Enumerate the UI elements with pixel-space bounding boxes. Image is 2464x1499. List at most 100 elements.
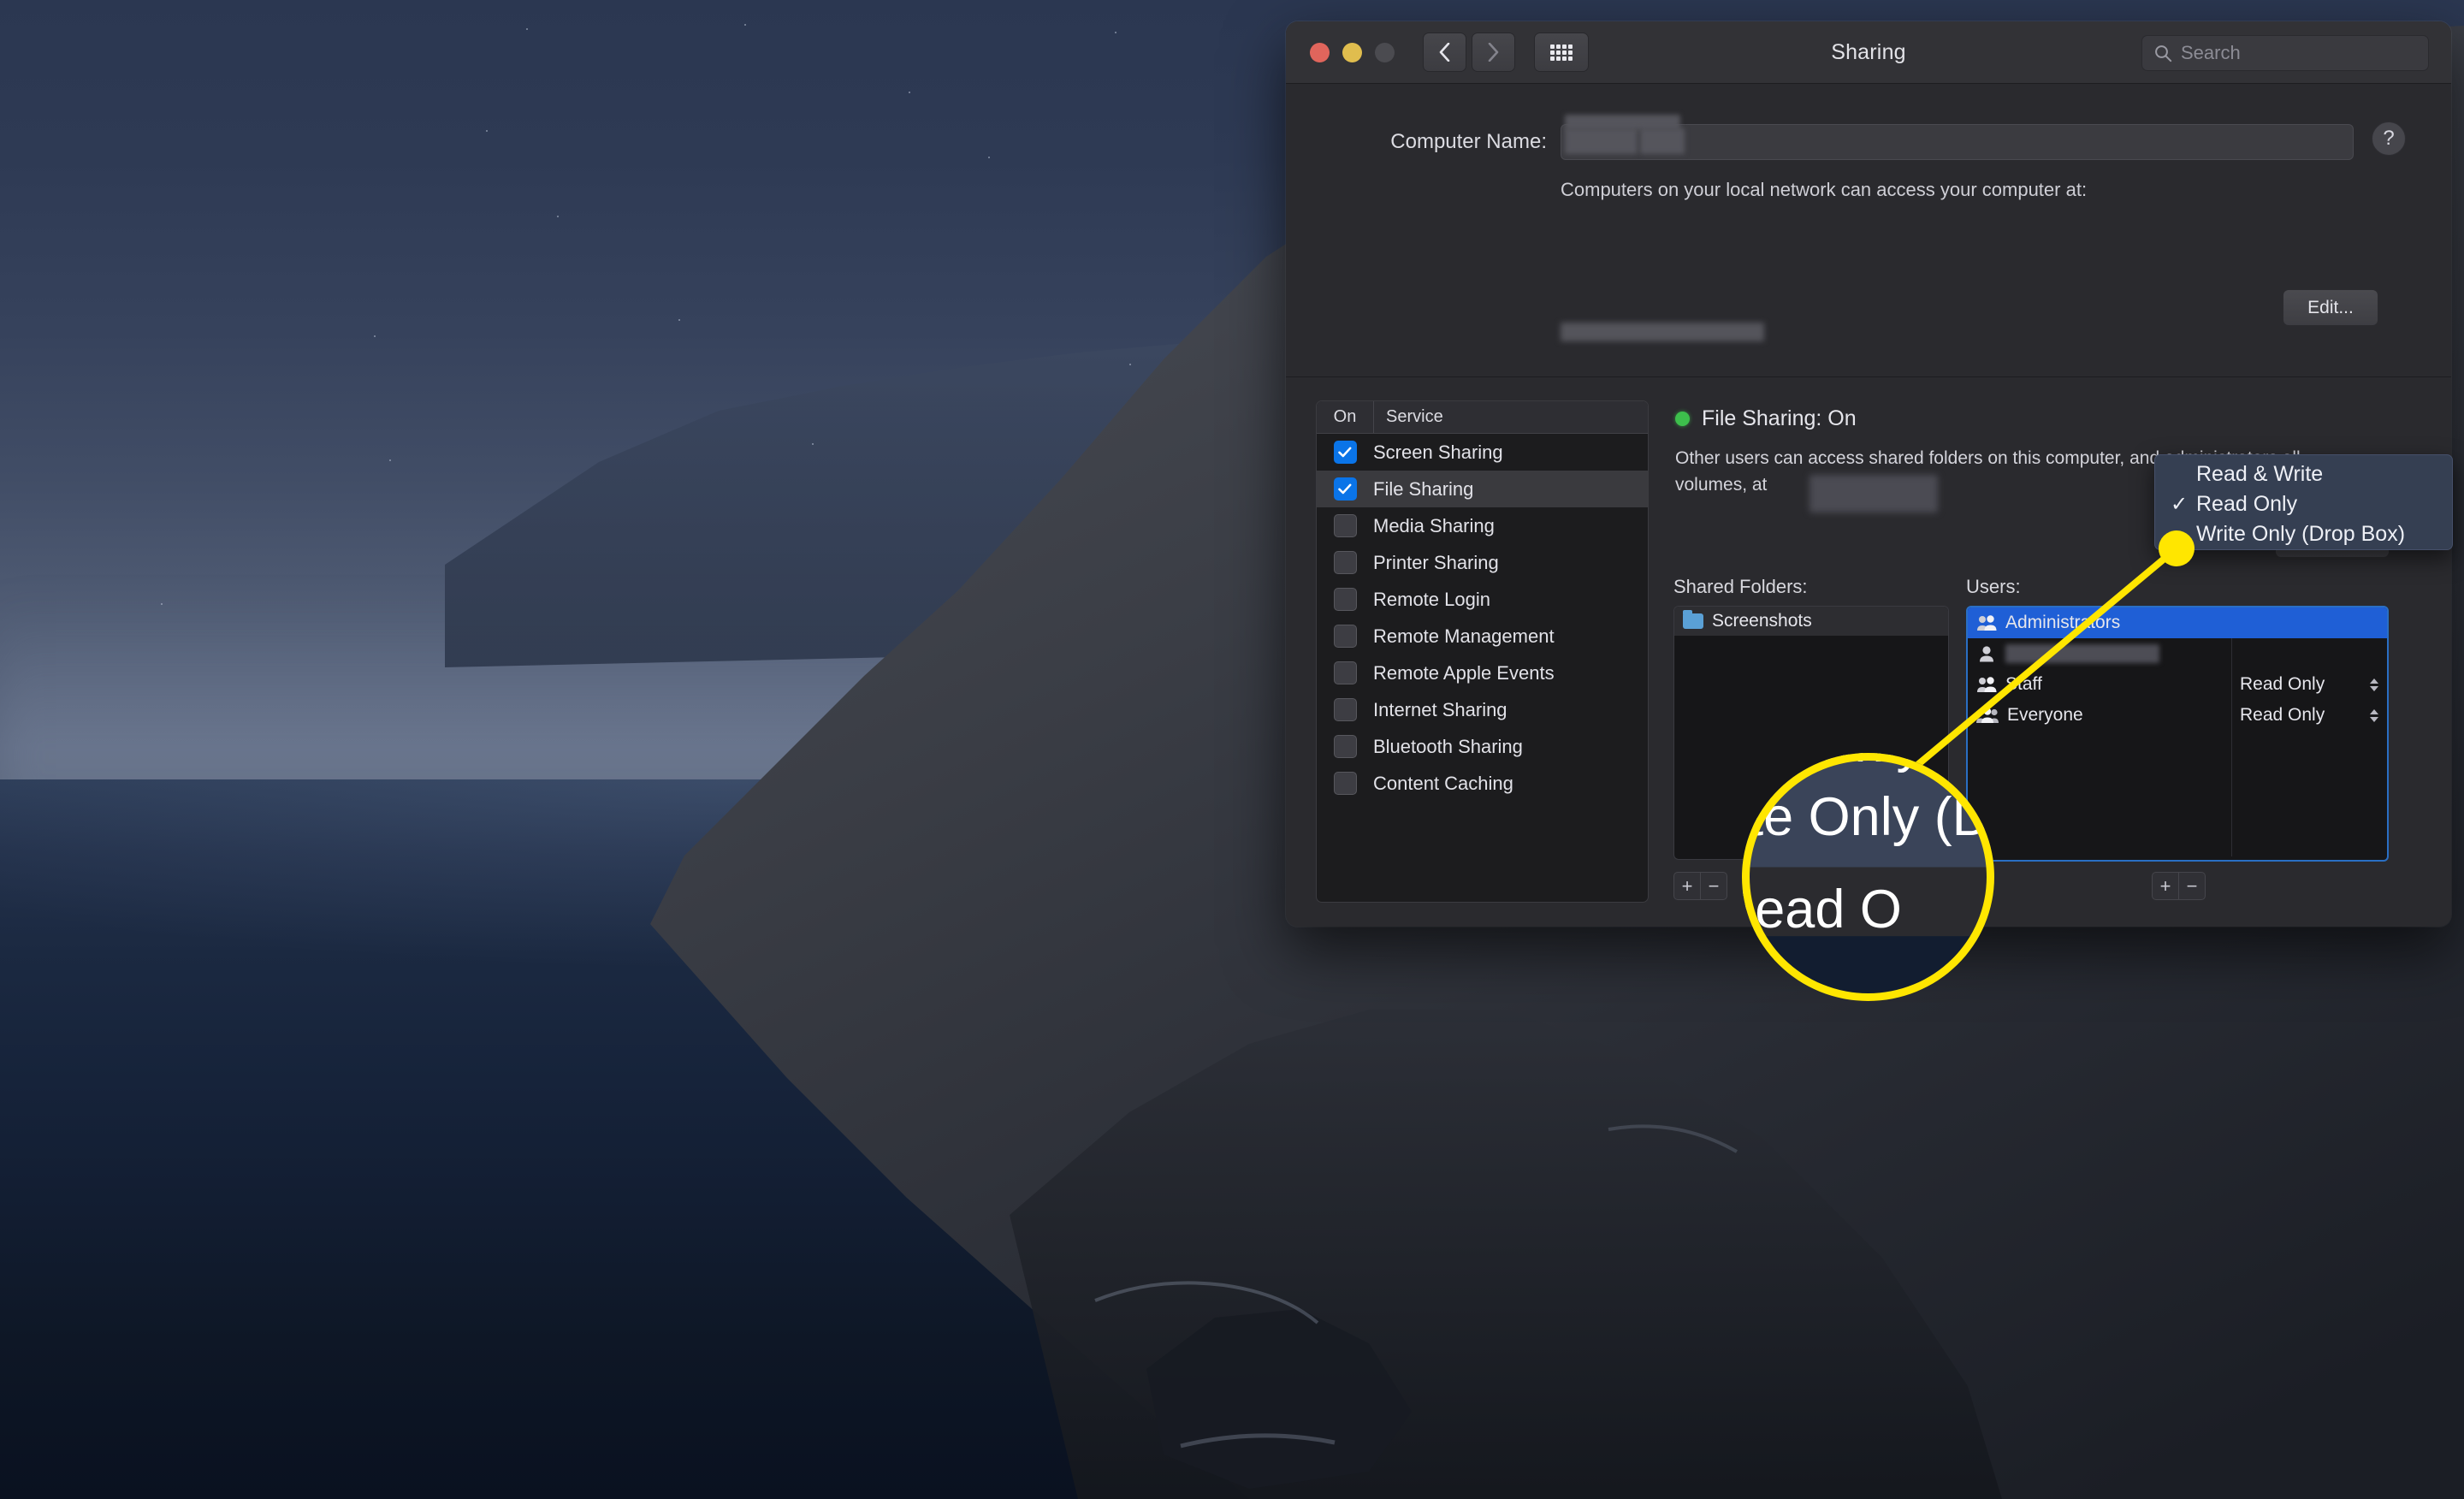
service-label: Screen Sharing <box>1373 441 1503 463</box>
back-icon <box>1439 43 1450 62</box>
permission-dropdown-menu[interactable]: Read & Write ✓ Read Only Write Only (Dro… <box>2154 454 2453 550</box>
service-checkbox-remote-apple-events[interactable] <box>1333 661 1357 684</box>
file-sharing-address-redacted <box>1810 475 1938 513</box>
service-row-internet-sharing[interactable]: Internet Sharing <box>1317 691 1648 728</box>
user-row-everyone[interactable]: Everyone Read Only <box>1968 700 2387 731</box>
forward-button[interactable] <box>1472 33 1515 72</box>
users-list[interactable]: Administrators Staff Read Only Everyone … <box>1966 606 2389 862</box>
service-row-file-sharing[interactable]: File Sharing <box>1317 471 1648 507</box>
callout-anchor-dot <box>2159 530 2194 566</box>
service-label: Bluetooth Sharing <box>1373 735 1523 757</box>
check-icon <box>1338 447 1352 458</box>
window-content: Computer Name: Computers on your local n… <box>1286 115 2451 903</box>
service-checkbox-internet-sharing[interactable] <box>1333 698 1357 721</box>
close-window-button[interactable] <box>1310 42 1330 62</box>
status-indicator-icon <box>1675 412 1690 426</box>
search-field[interactable]: Search <box>2141 35 2429 71</box>
add-shared-folder-button[interactable]: + <box>1673 872 1701 900</box>
user-permission-value: Read Only <box>2240 705 2325 725</box>
magnified-menu-label: Write Only (D <box>1742 786 1992 847</box>
checkmark-icon: ✓ <box>2171 493 2189 516</box>
help-button[interactable]: ? <box>2372 121 2406 156</box>
show-all-preferences-button[interactable] <box>1534 33 1589 72</box>
service-label: Content Caching <box>1373 772 1513 794</box>
zoom-window-button[interactable] <box>1375 42 1395 62</box>
service-label: Printer Sharing <box>1373 551 1499 573</box>
network-access-note: Computers on your local network can acce… <box>1561 179 2088 200</box>
navigation-buttons <box>1423 33 1515 72</box>
network-address-redacted <box>1561 323 1764 341</box>
service-row-bluetooth-sharing[interactable]: Bluetooth Sharing <box>1317 728 1648 765</box>
magnified-menu-label: Read Only <box>1742 753 1923 775</box>
service-label: Remote Login <box>1373 588 1490 610</box>
minimize-window-button[interactable] <box>1342 42 1362 62</box>
magnified-content: + − Read & Write ✓ Read Only Write Only … <box>1742 753 1994 1001</box>
services-list: On Service Screen Sharing File Sharing M… <box>1316 400 1649 903</box>
redacted-block <box>1640 128 1685 154</box>
menu-item-write-only[interactable]: Write Only (Drop Box) <box>2155 519 2452 549</box>
computer-name-label: Computer Name: <box>1390 130 1547 153</box>
magnified-wallpaper <box>1742 936 1994 1001</box>
user-row-staff[interactable]: Staff Read Only <box>1968 669 2387 700</box>
user-name: Staff <box>2005 674 2042 694</box>
magnified-partial-text: Read O <box>1742 880 1902 941</box>
service-row-content-caching[interactable]: Content Caching <box>1317 765 1648 802</box>
magnified-menu-item-write-only: Write Only (D <box>1742 781 1994 855</box>
grid-icon <box>1550 44 1573 61</box>
services-header: On Service <box>1317 401 1648 434</box>
user-permission-value: Read Only <box>2240 674 2325 694</box>
user-name: Administrators <box>2005 613 2121 632</box>
menu-item-label: Write Only (Drop Box) <box>2196 522 2406 546</box>
service-row-media-sharing[interactable]: Media Sharing <box>1317 507 1648 544</box>
service-row-remote-login[interactable]: Remote Login <box>1317 581 1648 618</box>
services-column-service: Service <box>1373 401 1648 433</box>
service-row-remote-apple-events[interactable]: Remote Apple Events <box>1317 655 1648 691</box>
service-row-screen-sharing[interactable]: Screen Sharing <box>1317 434 1648 471</box>
person-icon <box>1980 646 1993 662</box>
redacted-block <box>1565 128 1638 154</box>
search-icon <box>2155 44 2172 62</box>
add-user-button[interactable]: + <box>2152 872 2179 900</box>
service-checkbox-printer-sharing[interactable] <box>1333 551 1357 574</box>
computer-name-input[interactable] <box>1561 115 2354 160</box>
permission-stepper[interactable] <box>2370 705 2380 726</box>
file-sharing-status-label: File Sharing: On <box>1702 406 1857 430</box>
user-row-redacted[interactable] <box>1968 638 2387 669</box>
service-checkbox-screen-sharing[interactable] <box>1333 441 1357 464</box>
edit-button[interactable]: Edit... <box>2283 289 2378 326</box>
service-checkbox-remote-login[interactable] <box>1333 588 1357 611</box>
file-sharing-status: File Sharing: On <box>1675 406 1857 431</box>
group-icon <box>1977 677 1997 692</box>
user-row-administrators[interactable]: Administrators <box>1968 607 2387 638</box>
service-label: Internet Sharing <box>1373 698 1507 720</box>
service-label: Remote Management <box>1373 625 1555 647</box>
shared-folders-add-remove: + − <box>1673 872 1727 900</box>
remove-user-button[interactable]: − <box>2179 872 2206 900</box>
service-checkbox-bluetooth-sharing[interactable] <box>1333 735 1357 758</box>
magnifier-callout: + − Read & Write ✓ Read Only Write Only … <box>1742 753 1994 1001</box>
remove-shared-folder-button[interactable]: − <box>1701 872 1727 900</box>
permission-stepper[interactable] <box>2370 674 2380 695</box>
menu-item-read-write[interactable]: Read & Write <box>2155 459 2452 489</box>
folder-icon <box>1683 610 1703 629</box>
service-checkbox-content-caching[interactable] <box>1333 772 1357 795</box>
service-row-remote-management[interactable]: Remote Management <box>1317 618 1648 655</box>
service-label: Media Sharing <box>1373 514 1495 536</box>
service-checkbox-remote-management[interactable] <box>1333 625 1357 648</box>
window-titlebar: Sharing Search <box>1286 21 2451 84</box>
forward-icon <box>1488 43 1499 62</box>
menu-item-read-only[interactable]: ✓ Read Only <box>2155 489 2452 519</box>
magnified-menu-item-read-only: ✓ Read Only <box>1742 753 1994 781</box>
service-row-printer-sharing[interactable]: Printer Sharing <box>1317 544 1648 581</box>
computer-name-row: Computer Name: <box>1286 115 2451 160</box>
shared-folders-label: Shared Folders: <box>1673 576 1808 597</box>
shared-folder-item[interactable]: Screenshots <box>1674 607 1948 636</box>
search-placeholder: Search <box>2181 42 2241 63</box>
group-icon <box>1976 708 1999 723</box>
users-label: Users: <box>1966 576 2021 597</box>
service-checkbox-file-sharing[interactable] <box>1333 477 1357 501</box>
service-checkbox-media-sharing[interactable] <box>1333 514 1357 537</box>
menu-item-label: Read Only <box>2196 492 2298 516</box>
back-button[interactable] <box>1423 33 1466 72</box>
traffic-light-buttons <box>1310 42 1395 62</box>
